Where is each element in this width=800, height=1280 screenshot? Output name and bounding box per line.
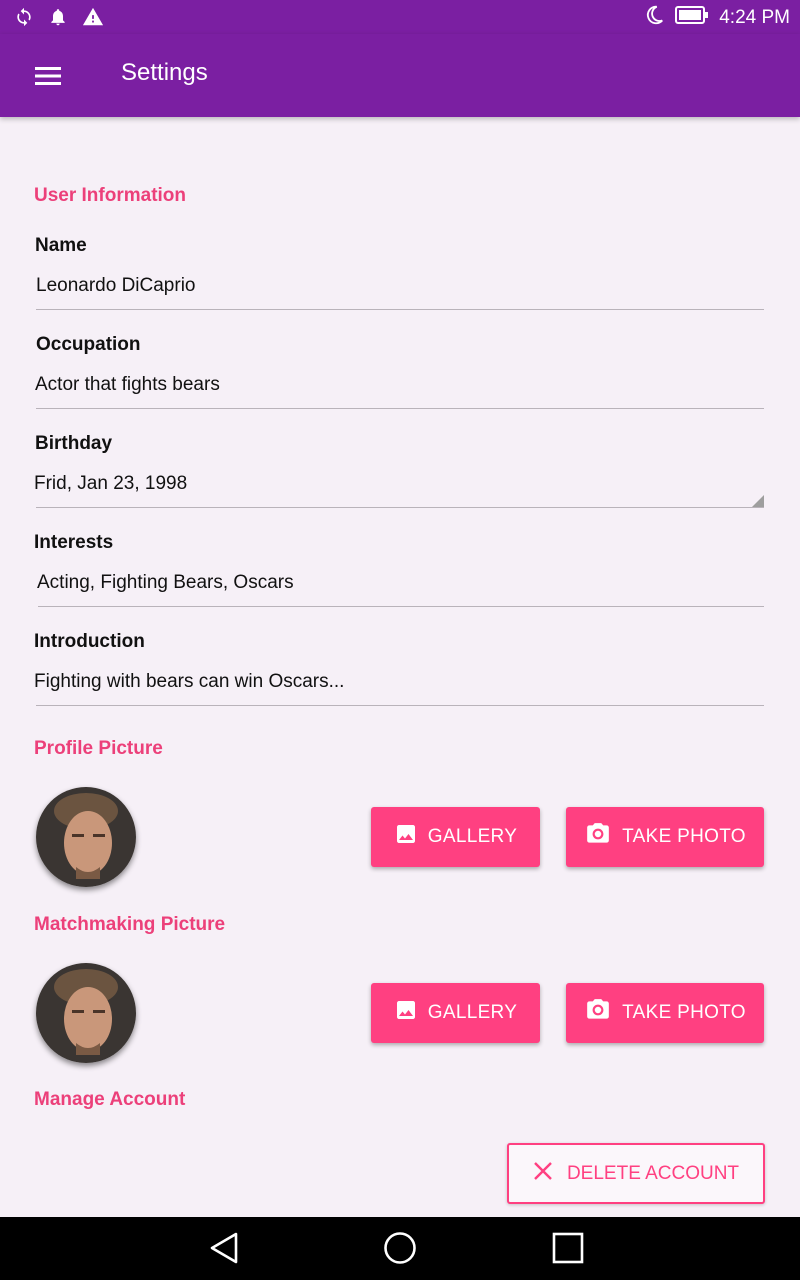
occupation-field[interactable] <box>35 374 735 396</box>
system-navigation-bar <box>0 1217 800 1280</box>
name-field[interactable] <box>36 275 736 297</box>
image-icon <box>394 822 418 852</box>
do-not-disturb-moon-icon <box>643 4 665 32</box>
take-photo-label: TAKE PHOTO <box>622 826 746 847</box>
gallery-label: GALLERY <box>427 1002 518 1023</box>
settings-content[interactable]: User Information Name Occupation Birthda… <box>0 117 800 1217</box>
battery-icon <box>675 5 709 31</box>
interests-field[interactable] <box>37 572 737 594</box>
profile-take-photo-button[interactable]: TAKE PHOTO <box>566 807 764 867</box>
birthday-underline <box>36 507 764 508</box>
matchmaking-picture-avatar <box>36 963 136 1063</box>
section-header-user-information: User Information <box>34 185 187 206</box>
camera-icon <box>584 997 612 1029</box>
image-icon <box>394 998 418 1028</box>
occupation-label: Occupation <box>36 334 141 355</box>
section-header-manage-account: Manage Account <box>34 1089 186 1110</box>
birthday-label: Birthday <box>35 433 113 454</box>
dropdown-arrow-icon <box>752 495 764 507</box>
sync-icon <box>14 6 34 33</box>
delete-account-label: DELETE ACCOUNT <box>566 1162 740 1184</box>
status-time: 4:24 PM <box>719 7 790 28</box>
introduction-label: Introduction <box>34 631 145 652</box>
matchmaking-gallery-button[interactable]: GALLERY <box>371 983 540 1043</box>
interests-underline <box>38 606 764 607</box>
take-photo-label: TAKE PHOTO <box>622 1002 746 1023</box>
camera-icon <box>584 821 612 853</box>
close-icon <box>533 1161 553 1187</box>
hamburger-menu-icon[interactable] <box>32 61 64 91</box>
name-label: Name <box>35 235 87 256</box>
name-underline <box>36 309 764 310</box>
introduction-underline <box>36 705 764 706</box>
back-triangle-icon[interactable] <box>208 1231 240 1270</box>
section-header-matchmaking-picture: Matchmaking Picture <box>34 914 226 935</box>
recents-square-icon[interactable] <box>551 1231 585 1270</box>
profile-gallery-button[interactable]: GALLERY <box>371 807 540 867</box>
page-title: Settings <box>121 59 208 86</box>
birthday-spinner[interactable]: Frid, Jan 23, 1998 <box>34 473 734 495</box>
occupation-underline <box>36 408 764 409</box>
matchmaking-take-photo-button[interactable]: TAKE PHOTO <box>566 983 764 1043</box>
delete-account-button[interactable]: DELETE ACCOUNT <box>507 1143 765 1204</box>
status-bar: 4:24 PM <box>0 0 800 34</box>
introduction-field[interactable] <box>34 671 734 693</box>
gallery-label: GALLERY <box>427 826 518 847</box>
profile-picture-avatar <box>36 787 136 887</box>
home-circle-icon[interactable] <box>383 1231 417 1270</box>
interests-label: Interests <box>34 532 114 553</box>
warning-icon <box>82 6 104 33</box>
section-header-profile-picture: Profile Picture <box>34 738 163 759</box>
app-bar: Settings <box>0 34 800 117</box>
notification-bell-icon <box>48 6 68 33</box>
